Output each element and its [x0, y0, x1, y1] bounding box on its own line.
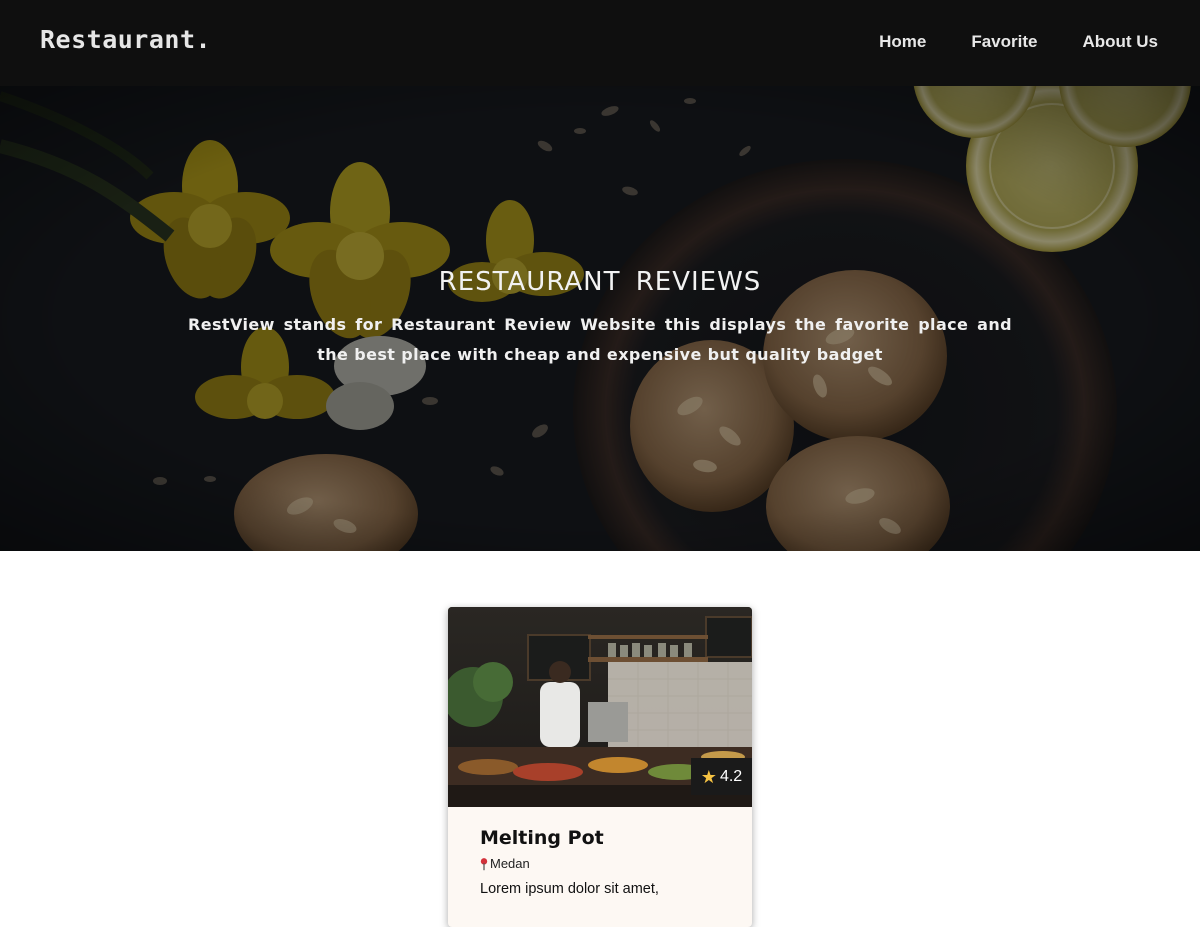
restaurant-location: Medan	[480, 855, 730, 873]
star-icon: ★	[700, 766, 717, 787]
app-header: Restaurant. Home Favorite About Us	[0, 0, 1200, 86]
brand-logo[interactable]: Restaurant.	[40, 22, 211, 58]
nav-favorite-link[interactable]: Favorite	[971, 28, 1037, 56]
rating-badge: ★ 4.2	[691, 758, 752, 795]
restaurant-card[interactable]: ★ 4.2 Melting Pot Medan Lorem ipsum dolo…	[448, 607, 752, 927]
hero-tagline: RestView stands for Restaurant Review We…	[188, 315, 1012, 364]
restaurant-description: Lorem ipsum dolor sit amet,	[480, 881, 659, 897]
restaurant-name[interactable]: Melting Pot	[480, 825, 730, 851]
hero-section: RESTAURANT REVIEWS RestView stands for R…	[0, 86, 1200, 551]
card-body: Melting Pot Medan Lorem ipsum dolor sit …	[480, 825, 730, 899]
nav-about-us-link[interactable]: About Us	[1082, 28, 1158, 56]
main-nav: Home Favorite About Us	[834, 28, 1158, 56]
restaurant-photo: ★ 4.2	[448, 607, 752, 807]
rating-value: 4.2	[719, 767, 743, 785]
hero-title: RESTAURANT REVIEWS	[438, 267, 762, 297]
restaurant-city: Medan	[490, 856, 530, 871]
nav-home-link[interactable]: Home	[879, 28, 926, 56]
map-pin-icon	[480, 858, 488, 871]
